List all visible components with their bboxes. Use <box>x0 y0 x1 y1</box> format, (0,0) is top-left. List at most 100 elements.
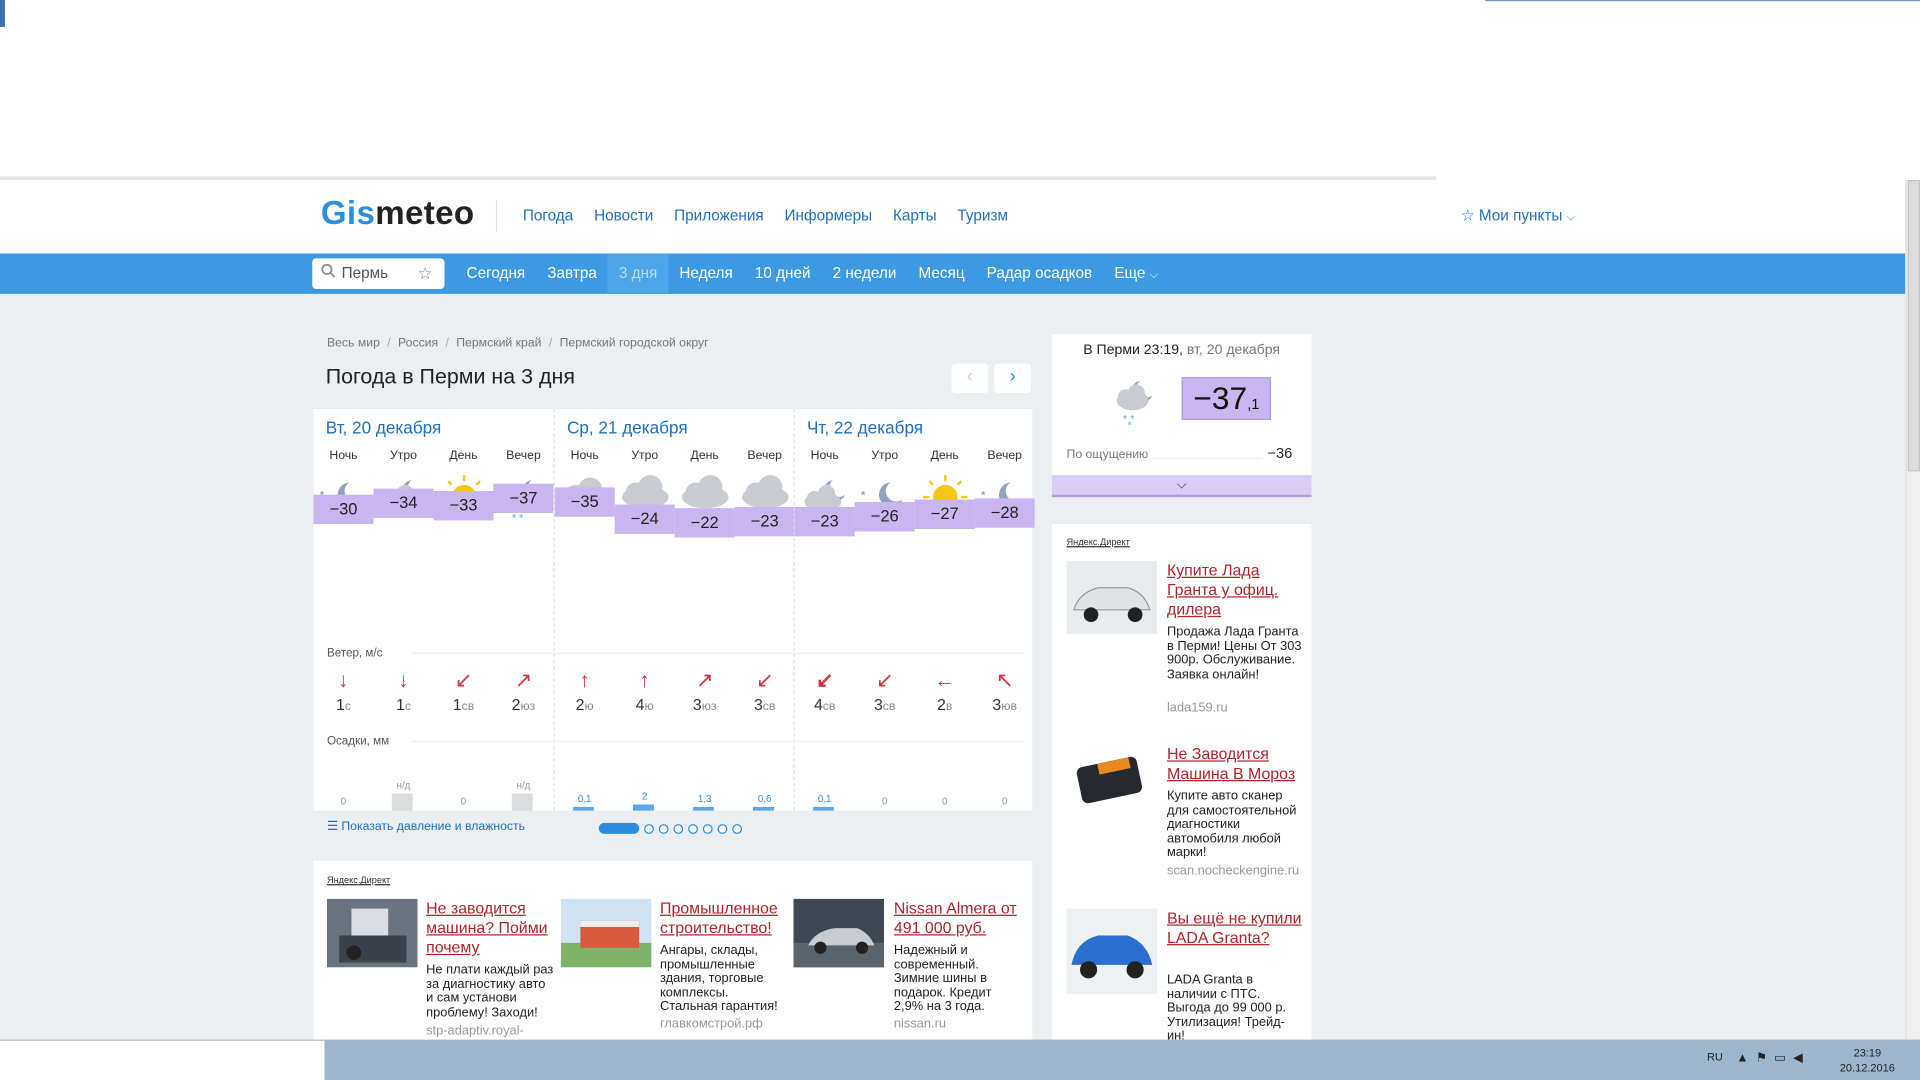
wind-speed-value: 1 <box>452 695 462 714</box>
precipitation-value: 0,1 <box>577 793 592 805</box>
prev-period-button[interactable]: ‹ <box>951 363 989 394</box>
wind-direction-arrow-icon: ↖ <box>995 668 1014 692</box>
nav-pogoda[interactable]: Погода <box>523 207 573 224</box>
precipitation-value: 0 <box>460 795 467 807</box>
tab-2-weeks[interactable]: 2 недели <box>822 253 908 293</box>
volume-icon[interactable]: ◀ <box>1793 1052 1810 1065</box>
flag-icon[interactable]: ⚑ <box>1756 1052 1774 1065</box>
nav-karty[interactable]: Карты <box>893 207 937 224</box>
clock[interactable]: 23:19 20.12.2016 <box>1837 1046 1898 1075</box>
city-search-input[interactable]: Пермь ☆ <box>312 258 445 289</box>
tab-week[interactable]: Неделя <box>668 253 743 293</box>
scroll-dot[interactable] <box>702 823 713 834</box>
forecast-period: Утро* *−24↑4ю2 <box>614 409 675 811</box>
ad-text: Купите авто сканер для самостоятельной д… <box>1166 788 1297 860</box>
nav-prilozheniya[interactable]: Приложения <box>674 207 764 224</box>
favorite-star-icon[interactable]: ☆ <box>418 263 433 284</box>
language-indicator[interactable]: RU <box>1707 1051 1723 1063</box>
taskbar-app-area[interactable] <box>0 1039 325 1080</box>
ad-title[interactable]: Промышленное строительство! <box>660 899 787 938</box>
nav-novosti[interactable]: Новости <box>594 207 653 224</box>
forecast-day: Вт, 20 декабряНочь**.−30↓1с0Утро* *−34↓1… <box>313 409 554 811</box>
page-scrollbar[interactable] <box>1905 180 1920 1040</box>
ad-thumbnail <box>793 898 885 968</box>
tray-arrow-icon[interactable]: ▲ <box>1736 1052 1755 1065</box>
show-pressure-humidity-link[interactable]: ☰ Показать давление и влажность <box>327 820 525 833</box>
breadcrumb-region[interactable]: Пермский край <box>456 337 541 350</box>
ad-title[interactable]: Купите Лада Гранта у офиц. дилера <box>1167 561 1302 620</box>
scroll-dot[interactable] <box>732 823 743 834</box>
ad-text: Надежный и современный. Зимние шины в по… <box>893 942 992 1014</box>
tab-more[interactable]: Еще ⌵ <box>1103 253 1169 293</box>
wind-direction-code: в <box>945 700 953 714</box>
show-more-label: Показать давление и влажность <box>341 820 526 834</box>
header-nav: Погода Новости Приложения Информеры Карт… <box>523 207 1008 224</box>
breadcrumb-russia[interactable]: Россия <box>398 337 438 350</box>
expand-button[interactable]: ⌵ <box>1051 475 1312 498</box>
scroll-dot[interactable] <box>688 823 698 834</box>
scroll-dot[interactable] <box>658 823 669 834</box>
wind-direction-arrow-icon: ↙ <box>454 668 473 692</box>
precipitation-value: 0 <box>941 795 948 807</box>
tab-3-days[interactable]: 3 дня <box>607 253 669 294</box>
network-icon[interactable]: ▭ <box>1774 1052 1793 1065</box>
time-of-day: Вечер <box>506 449 541 463</box>
wind-direction-code: юз <box>701 700 717 714</box>
ad-text: Ангары, склады, промышленные здания, тор… <box>660 942 778 1014</box>
time-of-day: Вечер <box>747 449 782 463</box>
wind-speed: 4ю <box>615 696 675 714</box>
ad-title[interactable]: Не Заводится Машина В Мороз <box>1167 744 1302 783</box>
breadcrumb: Весь мир / Россия / Пермский край / Пермский г… <box>326 336 709 351</box>
scroll-dot[interactable] <box>717 823 728 834</box>
my-points-button[interactable]: ☆ Мои пункты ⌵ <box>1461 206 1575 224</box>
nav-turizm[interactable]: Туризм <box>957 207 1008 224</box>
tab-today[interactable]: Сегодня <box>456 253 537 293</box>
ad-title[interactable]: Nissan Almera от 491 000 руб. <box>894 899 1021 938</box>
wind-direction-arrow-icon: ↗ <box>514 668 533 692</box>
tray-icons: ▲⚑▭◀ <box>1736 1052 1810 1065</box>
tab-radar[interactable]: Радар осадков <box>976 253 1104 293</box>
breadcrumb-world[interactable]: Весь мир <box>327 337 380 350</box>
svg-text:*: * <box>861 489 866 503</box>
scroll-dot[interactable] <box>673 823 684 834</box>
precipitation-value: 0,6 <box>757 793 772 805</box>
search-value: Пермь <box>341 264 389 282</box>
next-period-button[interactable]: › <box>994 363 1032 394</box>
ad-source-label[interactable]: Яндекс.Директ <box>327 874 390 885</box>
breadcrumb-district[interactable]: Пермский городской округ <box>560 337 709 350</box>
wind-speed-value: 3 <box>873 695 883 714</box>
scroll-dot[interactable] <box>644 823 654 834</box>
ad-text: LADA Granta в наличии с ПТС. Выгода до 9… <box>1166 972 1287 1044</box>
ad-title[interactable]: Не заводится машина? Пойми почему <box>426 899 553 958</box>
logo[interactable]: Gismeteo <box>321 195 475 233</box>
feels-like-label: По ощущению <box>1066 448 1149 462</box>
header-divider <box>495 199 498 232</box>
tab-tomorrow[interactable]: Завтра <box>536 253 608 293</box>
tab-month[interactable]: Месяц <box>907 253 975 293</box>
wind-speed: 1с <box>373 696 433 714</box>
forecast-day: Чт, 22 декабряНочь* *−23↙4св0,1Утро**.−2… <box>793 408 1035 811</box>
time-of-day: Утро <box>389 449 417 463</box>
ad-url[interactable]: главкомстрой.рф <box>660 1016 763 1031</box>
temperature-value: −28 <box>990 503 1019 522</box>
ad-url[interactable]: lada159.ru <box>1167 700 1228 715</box>
ad-url[interactable]: stp-adaptiv.royal- <box>426 1024 524 1039</box>
precipitation-value: 0 <box>881 795 888 807</box>
ad-text: Продажа Лада Гранта в Перми! Цены От 303… <box>1166 624 1302 682</box>
scroll-indicator[interactable] <box>598 822 743 834</box>
ad-url[interactable]: nissan.ru <box>894 1016 946 1031</box>
wind-direction-arrow-icon: ← <box>934 668 956 692</box>
wind-direction-arrow-icon: ↗ <box>695 668 714 692</box>
wind-direction-arrow-icon: ↓ <box>338 668 349 692</box>
ad-source-label[interactable]: Яндекс.Директ <box>1067 536 1130 547</box>
tab-10-days[interactable]: 10 дней <box>744 253 822 293</box>
precipitation-value: 2 <box>641 791 648 803</box>
scrollbar-thumb[interactable] <box>1907 180 1920 472</box>
nav-informery[interactable]: Информеры <box>785 207 873 224</box>
precipitation-value: 0 <box>340 795 347 807</box>
section-divider <box>411 740 1024 743</box>
ad-title[interactable]: Вы ещё не купили LADA Granta? <box>1167 909 1302 948</box>
wind-direction-arrow-icon: ↑ <box>579 668 590 692</box>
ad-url[interactable]: scan.nocheckengine.ru <box>1167 863 1299 878</box>
wind-speed: 3юв <box>975 696 1035 714</box>
